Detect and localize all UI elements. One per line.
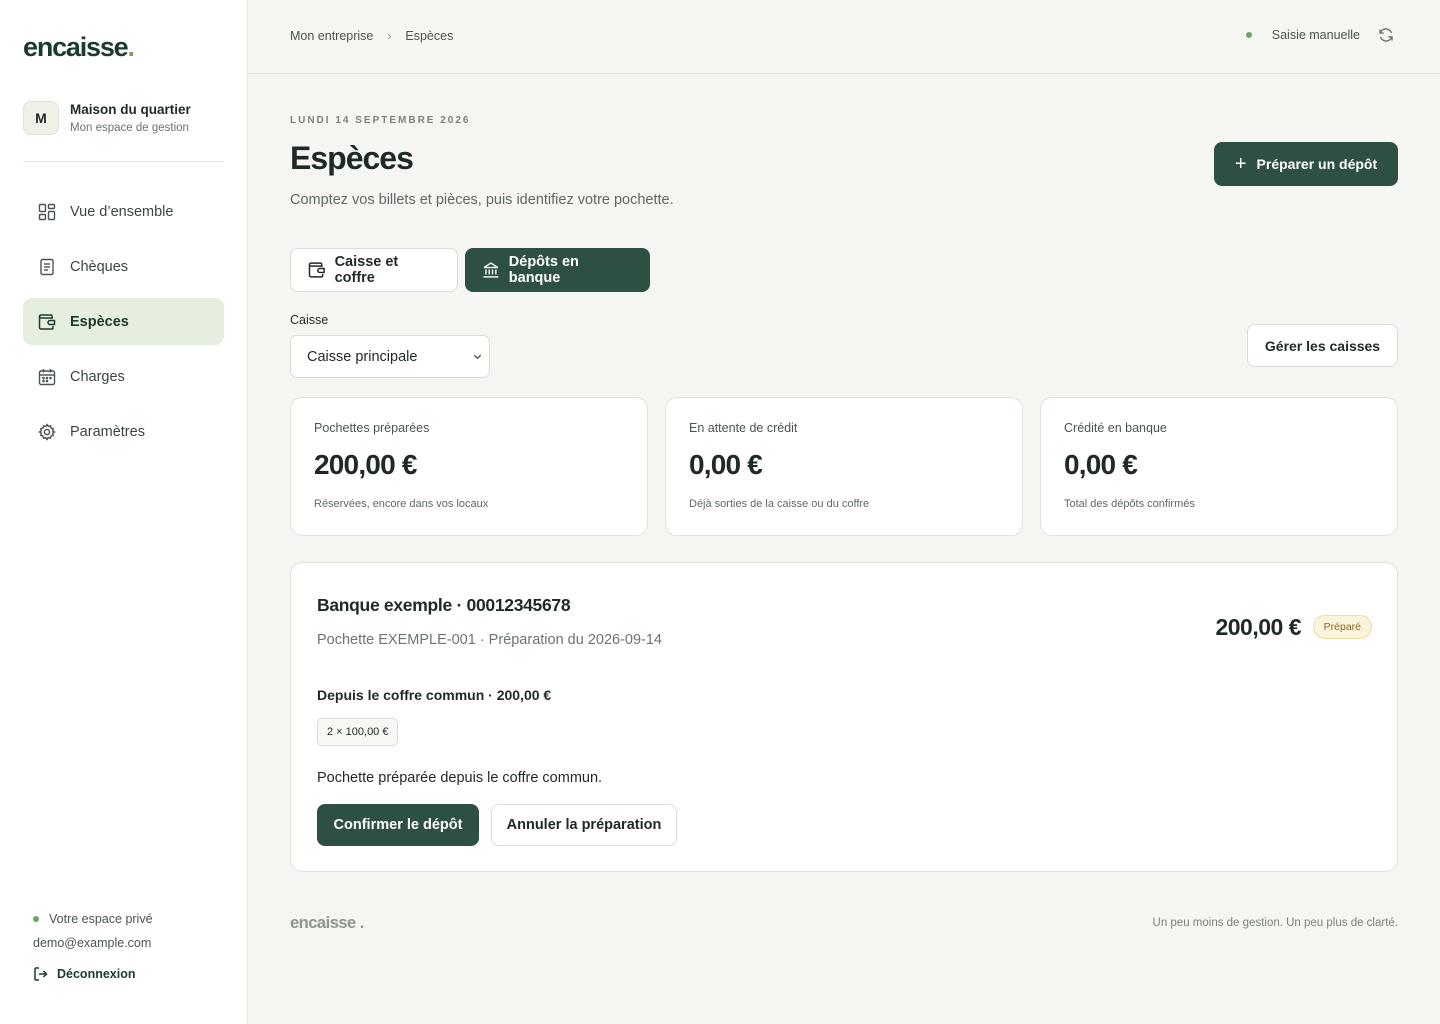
organization-name: Maison du quartier bbox=[70, 102, 191, 117]
sidebar-item-especes[interactable]: Espèces bbox=[23, 298, 224, 345]
caisse-label: Caisse bbox=[290, 313, 329, 327]
sidebar-item-charges[interactable]: Charges bbox=[23, 353, 224, 400]
user-email: demo@example.com bbox=[33, 936, 152, 950]
stat-note: Total des dépôts confirmés bbox=[1064, 498, 1195, 510]
wallet-icon bbox=[38, 313, 56, 331]
document-icon bbox=[38, 258, 56, 276]
page-date: LUNDI 14 SEPTEMBRE 2026 bbox=[290, 115, 471, 126]
stat-label: Crédité en banque bbox=[1064, 421, 1167, 435]
sidebar-item-label: Paramètres bbox=[70, 423, 145, 440]
sync-status: Saisie manuelle bbox=[1245, 27, 1394, 43]
stat-note: Déjà sorties de la caisse ou du coffre bbox=[689, 498, 870, 510]
caisse-select[interactable]: Caisse principale bbox=[290, 335, 490, 378]
sidebar-item-label: Vue d’ensemble bbox=[70, 203, 174, 220]
bank-icon bbox=[483, 262, 499, 278]
deposit-description: Pochette préparée depuis le coffre commu… bbox=[317, 770, 603, 786]
plus-icon: + bbox=[1234, 153, 1247, 175]
manage-caisses-button[interactable]: Gérer les caisses bbox=[1247, 324, 1398, 367]
view-tabs: Caisse et coffre Dépôts en banque bbox=[290, 248, 657, 292]
grid-icon bbox=[38, 203, 56, 221]
stat-card-credited: Crédité en banque 0,00 € Total des dépôt… bbox=[1040, 397, 1398, 536]
page-title: Espèces bbox=[290, 140, 414, 176]
sidebar-item-settings[interactable]: Paramètres bbox=[23, 408, 224, 455]
deposit-amount: 200,00 € bbox=[1215, 614, 1301, 640]
top-bar: Mon entreprise › Espèces Saisie manuelle bbox=[248, 0, 1440, 74]
private-space-status: Votre espace privé bbox=[33, 912, 153, 926]
calendar-icon bbox=[38, 368, 56, 386]
refresh-icon[interactable] bbox=[1378, 27, 1394, 43]
stat-label: En attente de crédit bbox=[689, 421, 798, 435]
deposit-card: Banque exemple · 00012345678 Pochette EX… bbox=[290, 562, 1398, 872]
deposit-bank: Banque exemple · 00012345678 bbox=[317, 595, 571, 615]
sidebar-footer: Votre espace privé demo@example.com Déco… bbox=[33, 912, 153, 982]
tab-caisse-coffre[interactable]: Caisse et coffre bbox=[290, 248, 458, 292]
stat-value: 0,00 € bbox=[689, 449, 763, 480]
chevron-right-icon: › bbox=[387, 29, 392, 43]
breadcrumb-item[interactable]: Mon entreprise bbox=[290, 29, 373, 43]
tab-depots-banque[interactable]: Dépôts en banque bbox=[465, 248, 650, 292]
breadcrumb-item: Espèces bbox=[405, 29, 454, 43]
status-badge: Préparé bbox=[1312, 615, 1372, 639]
stat-value: 0,00 € bbox=[1064, 449, 1138, 480]
deposit-source: Depuis le coffre commun · 200,00 € bbox=[317, 687, 552, 703]
sidebar-item-overview[interactable]: Vue d’ensemble bbox=[23, 188, 224, 235]
stat-card-prepared: Pochettes préparées 200,00 € Réservées, … bbox=[290, 397, 648, 536]
stats-row: Pochettes préparées 200,00 € Réservées, … bbox=[290, 397, 1398, 536]
organization-switcher[interactable]: M Maison du quartier Mon espace de gesti… bbox=[23, 100, 224, 162]
status-dot-icon bbox=[1245, 32, 1252, 38]
cancel-preparation-button[interactable]: Annuler la préparation bbox=[491, 804, 677, 846]
logout-icon bbox=[34, 967, 48, 981]
logout-button[interactable]: Déconnexion bbox=[33, 966, 153, 982]
footer-logo: encaisse . bbox=[290, 914, 364, 932]
wallet-icon bbox=[308, 262, 325, 278]
stat-note: Réservées, encore dans vos locaux bbox=[314, 498, 489, 510]
deposit-meta: Pochette EXEMPLE-001 · Préparation du 20… bbox=[317, 632, 662, 648]
stat-card-pending: En attente de crédit 0,00 € Déjà sorties… bbox=[665, 397, 1023, 536]
footer-tagline: Un peu moins de gestion. Un peu plus de … bbox=[1152, 917, 1398, 929]
organization-subtitle: Mon espace de gestion bbox=[70, 122, 189, 134]
caisse-select-value: Caisse principale bbox=[307, 348, 418, 365]
avatar: M bbox=[23, 101, 59, 135]
prepare-deposit-button[interactable]: + Préparer un dépôt bbox=[1214, 142, 1398, 186]
stat-value: 200,00 € bbox=[314, 449, 417, 480]
sync-status-label: Saisie manuelle bbox=[1271, 28, 1360, 42]
page-subtitle: Comptez vos billets et pièces, puis iden… bbox=[290, 192, 674, 208]
denomination-chip: 2 × 100,00 € bbox=[317, 718, 399, 746]
sidebar-item-label: Espèces bbox=[70, 313, 129, 330]
chevron-down-icon bbox=[473, 354, 482, 360]
sidebar-item-cheques[interactable]: Chèques bbox=[23, 243, 224, 290]
sidebar-item-label: Charges bbox=[70, 368, 125, 385]
stat-label: Pochettes préparées bbox=[314, 421, 430, 435]
status-dot-icon bbox=[33, 916, 39, 922]
sidebar-item-label: Chèques bbox=[70, 258, 129, 275]
brand-logo[interactable]: encaisse. bbox=[23, 32, 135, 63]
gear-icon bbox=[38, 422, 56, 441]
sidebar: encaisse. M Maison du quartier Mon espac… bbox=[0, 0, 248, 1024]
confirm-deposit-button[interactable]: Confirmer le dépôt bbox=[317, 804, 479, 846]
breadcrumb: Mon entreprise › Espèces bbox=[290, 29, 453, 43]
sidebar-nav: Vue d’ensemble Chèques Espèces Charges P… bbox=[23, 188, 224, 463]
